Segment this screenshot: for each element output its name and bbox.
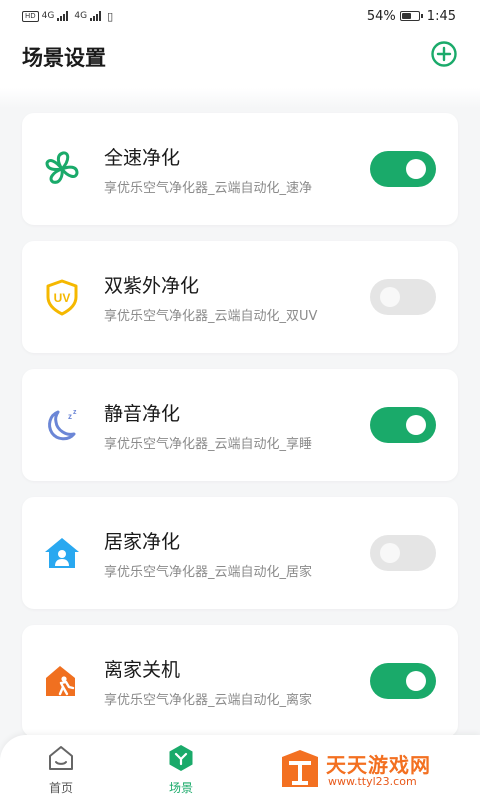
hd-icon: HD bbox=[22, 10, 39, 22]
plus-circle-icon[interactable] bbox=[430, 40, 458, 68]
page-title: 场景设置 bbox=[22, 46, 106, 70]
signal-icon-2 bbox=[90, 11, 102, 21]
scene-subtitle: 享优乐空气净化器_云端自动化_享睡 bbox=[104, 437, 313, 452]
scene-nav-icon bbox=[169, 745, 193, 771]
nav-scene-label: 场景 bbox=[168, 781, 193, 795]
watermark-logo-icon bbox=[282, 750, 318, 787]
scene-card[interactable]: 全速净化 享优乐空气净化器_云端自动化_速净 bbox=[22, 113, 458, 225]
scene-subtitle: 享优乐空气净化器_云端自动化_速净 bbox=[104, 181, 313, 196]
scene-card[interactable]: z z 静音净化 享优乐空气净化器_云端自动化_享睡 bbox=[22, 369, 458, 481]
signal-4g-label-2: 4G bbox=[74, 11, 88, 21]
toggle-knob bbox=[406, 671, 426, 691]
nav-home-label: 首页 bbox=[48, 781, 73, 795]
scene-subtitle: 享优乐空气净化器_云端自动化_离家 bbox=[104, 693, 313, 708]
toggle-knob bbox=[380, 543, 400, 563]
uv-shield-icon: UV bbox=[46, 279, 78, 316]
scene-title: 静音净化 bbox=[104, 403, 181, 425]
svg-text:z: z bbox=[73, 409, 77, 416]
scene-toggle[interactable] bbox=[370, 151, 436, 187]
svg-text:z: z bbox=[68, 412, 72, 421]
network-indicators: HD 4G 4G ▯ bbox=[22, 10, 113, 23]
fan-icon bbox=[45, 151, 79, 184]
scene-title: 双紫外净化 bbox=[104, 275, 200, 297]
header-shadow bbox=[0, 88, 480, 108]
scene-toggle[interactable] bbox=[370, 407, 436, 443]
watermark-url: www.ttyl23.com bbox=[328, 775, 417, 788]
nav-home[interactable]: 首页 bbox=[31, 743, 91, 796]
status-bar: HD 4G 4G ▯ 54% 1:45 bbox=[0, 0, 480, 32]
scene-card[interactable]: 居家净化 享优乐空气净化器_云端自动化_居家 bbox=[22, 497, 458, 609]
toggle-knob bbox=[380, 287, 400, 307]
scene-card[interactable]: 离家关机 享优乐空气净化器_云端自动化_离家 bbox=[22, 625, 458, 737]
uv-label: UV bbox=[54, 291, 71, 305]
scene-title: 离家关机 bbox=[104, 659, 181, 681]
scene-subtitle: 享优乐空气净化器_云端自动化_双UV bbox=[104, 309, 318, 324]
toggle-knob bbox=[406, 159, 426, 179]
signal-4g-label: 4G bbox=[41, 11, 55, 21]
home-person-icon bbox=[45, 538, 79, 568]
leave-home-icon bbox=[46, 666, 75, 696]
scene-toggle[interactable] bbox=[370, 279, 436, 315]
watermark-text: 天天游戏网 bbox=[326, 753, 431, 777]
scene-toggle[interactable] bbox=[370, 663, 436, 699]
scene-card[interactable]: UV 双紫外净化 享优乐空气净化器_云端自动化_双UV bbox=[22, 241, 458, 353]
vibrate-icon: ▯ bbox=[107, 9, 114, 23]
scene-title: 全速净化 bbox=[104, 147, 181, 169]
toggle-knob bbox=[406, 415, 426, 435]
scene-title: 居家净化 bbox=[104, 531, 181, 553]
nav-scene[interactable]: 场景 bbox=[151, 743, 211, 796]
scene-subtitle: 享优乐空气净化器_云端自动化_居家 bbox=[104, 565, 313, 580]
header: 场景设置 bbox=[0, 32, 480, 88]
clock: 1:45 bbox=[426, 8, 456, 24]
signal-icon bbox=[57, 11, 69, 21]
home-icon bbox=[49, 746, 73, 770]
battery-percent: 54% bbox=[366, 8, 396, 24]
scene-toggle[interactable] bbox=[370, 535, 436, 571]
watermark: 天天游戏网 www.ttyl23.com bbox=[278, 747, 468, 793]
moon-sleep-icon: z z bbox=[48, 409, 77, 441]
battery-icon bbox=[399, 11, 423, 21]
